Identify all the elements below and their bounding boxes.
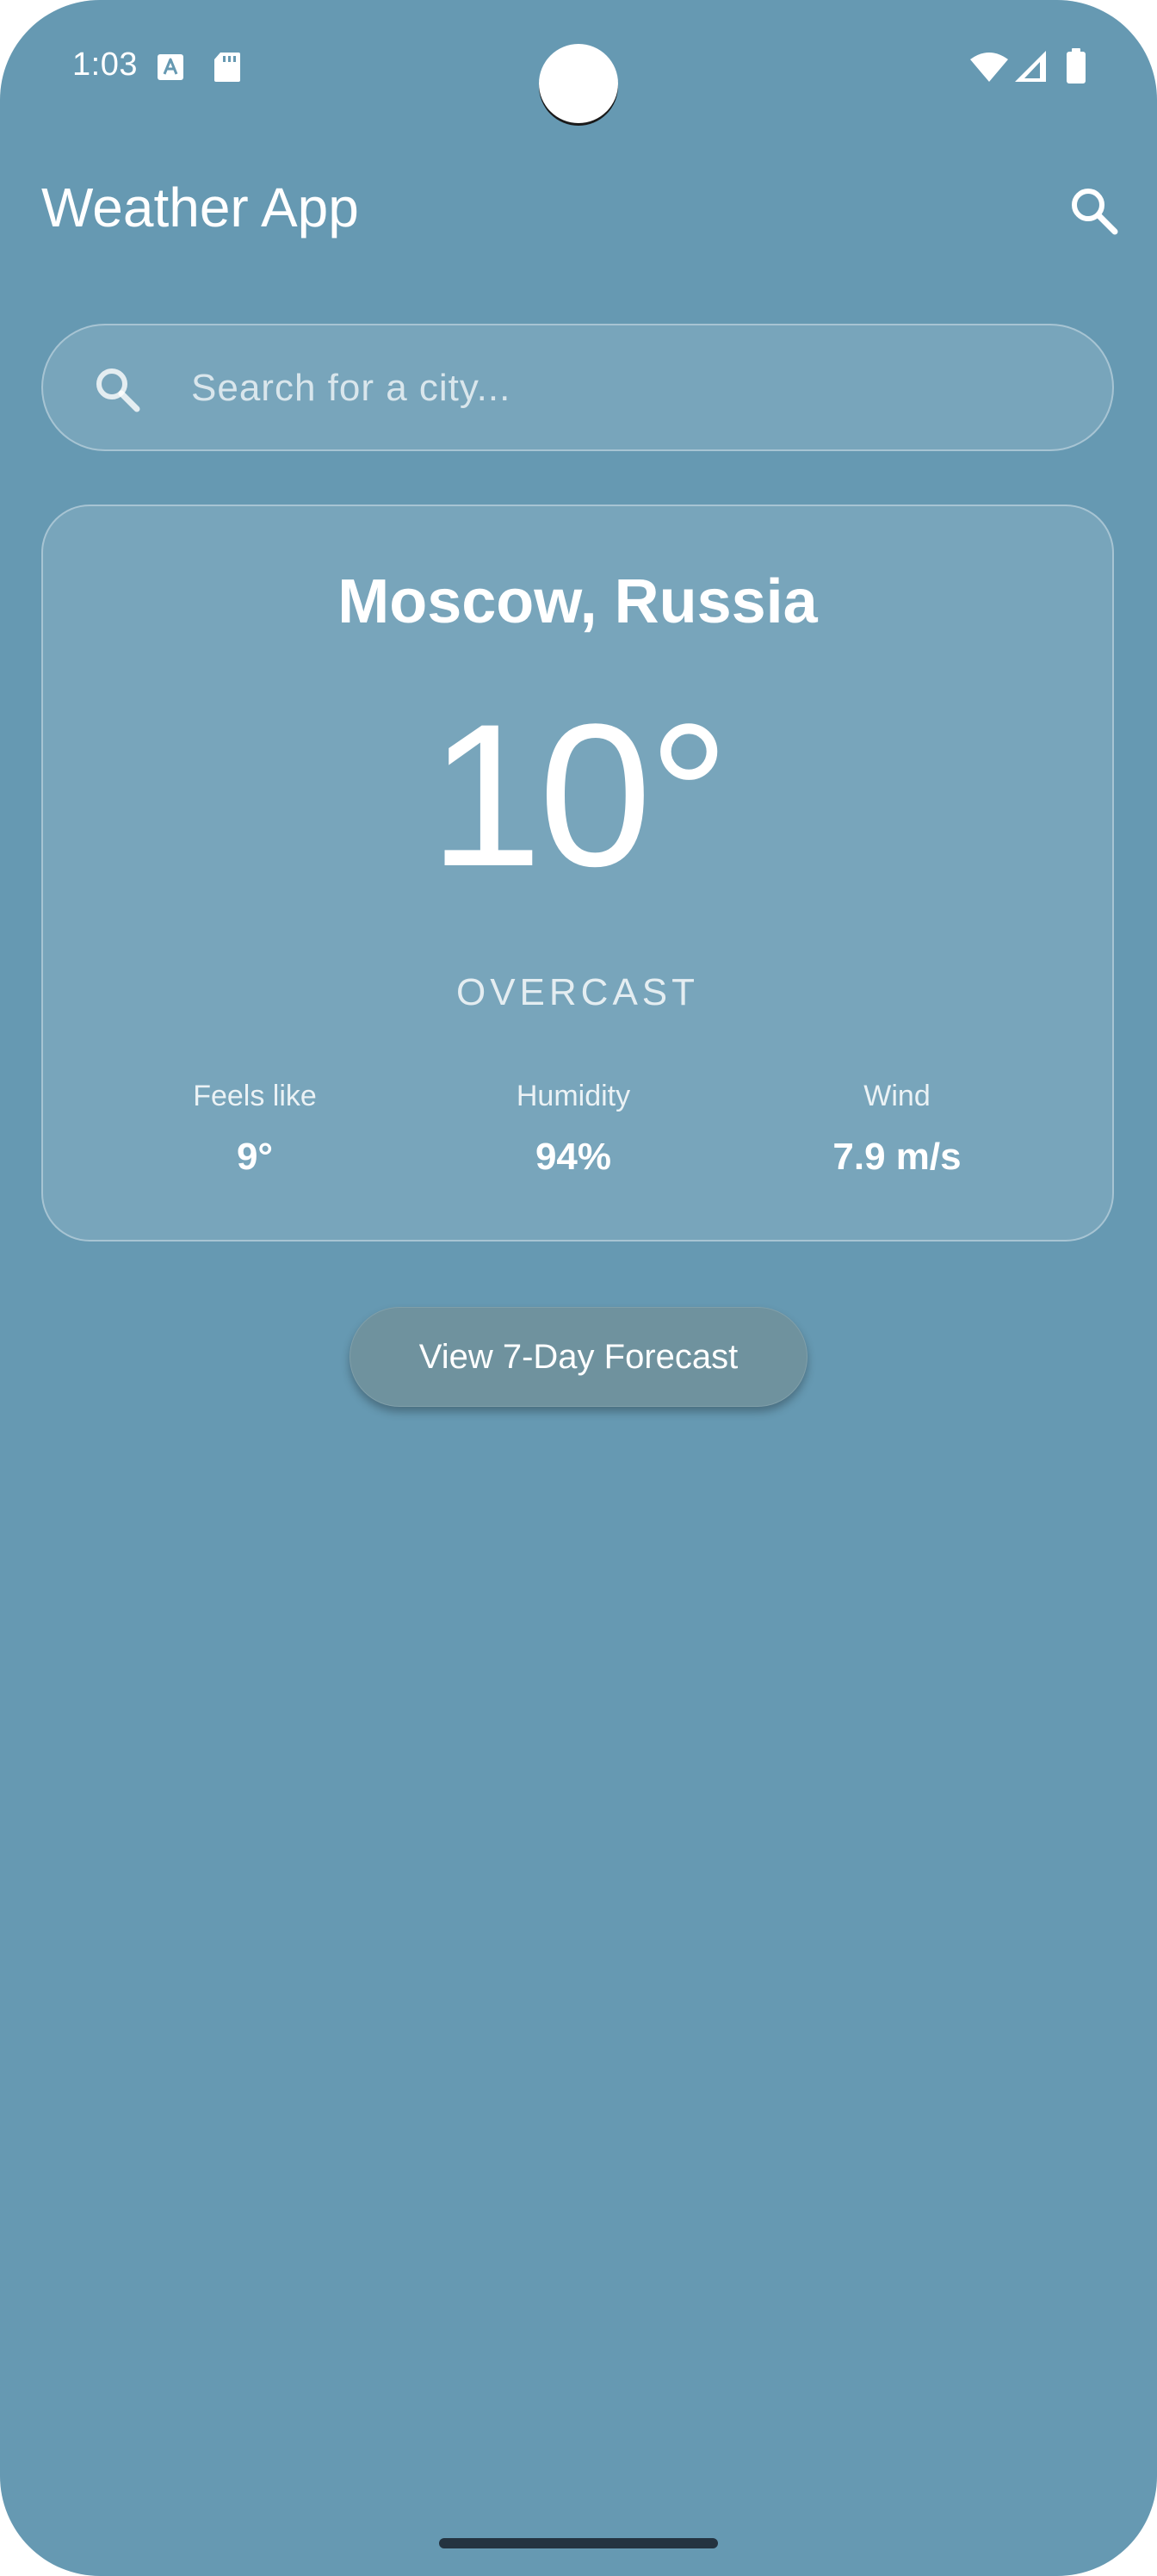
stat-humidity: Humidity 94% xyxy=(444,1080,702,1179)
search-icon xyxy=(1072,189,1118,235)
battery-icon xyxy=(1067,48,1086,84)
stat-label: Feels like xyxy=(193,1080,317,1112)
phone-screen: 1:03 Weather App Search for a city... Mo… xyxy=(0,0,1157,2576)
weather-condition: OVERCAST xyxy=(455,971,700,1013)
current-weather-card: Moscow, Russia 10° OVERCAST Feels like 9… xyxy=(41,505,1114,1242)
wifi-icon xyxy=(970,53,1008,82)
app-title: Weather App xyxy=(41,176,359,238)
city-name: Moscow, Russia xyxy=(337,567,818,636)
stat-value: 9° xyxy=(236,1136,274,1178)
current-temperature: 10° xyxy=(429,682,730,909)
city-search-field[interactable] xyxy=(41,324,1114,451)
gesture-navigation-bar[interactable] xyxy=(439,2538,718,2548)
stat-label: Humidity xyxy=(516,1080,631,1112)
font-notification-icon xyxy=(158,54,183,80)
status-time: 1:03 xyxy=(72,46,138,83)
stat-value: 94% xyxy=(535,1136,612,1178)
stat-wind: Wind 7.9 m/s xyxy=(768,1080,1026,1179)
appbar-search-button[interactable] xyxy=(1066,183,1121,238)
stat-value: 7.9 m/s xyxy=(832,1136,962,1178)
sd-card-icon xyxy=(214,53,240,82)
view-forecast-button[interactable]: View 7-Day Forecast xyxy=(350,1307,807,1407)
city-search-input[interactable] xyxy=(189,325,1088,451)
stat-feels-like: Feels like 9° xyxy=(126,1080,384,1179)
stat-label: Wind xyxy=(863,1080,931,1112)
front-camera-cutout xyxy=(539,44,618,123)
search-icon xyxy=(96,368,140,412)
cellular-signal-icon xyxy=(1015,51,1046,82)
